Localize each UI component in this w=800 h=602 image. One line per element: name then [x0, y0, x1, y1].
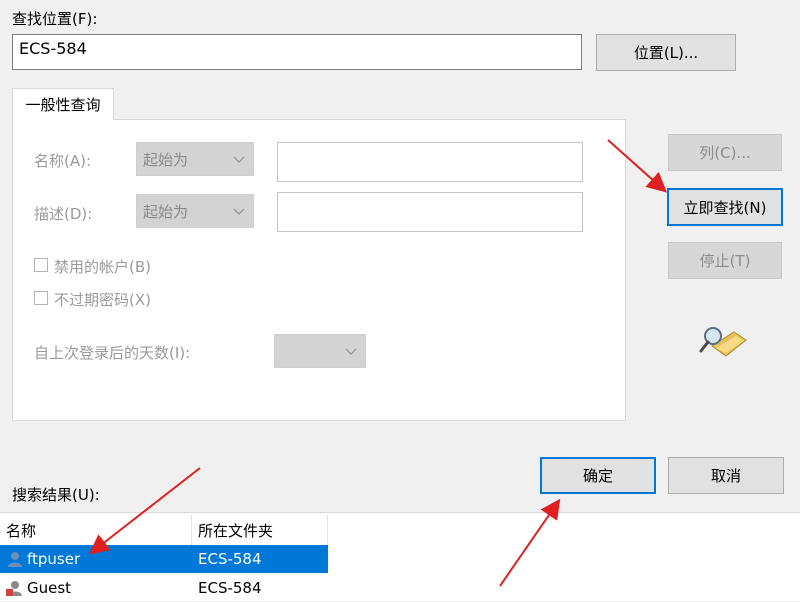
non-expiring-password-label: 不过期密码(X) [54, 291, 151, 309]
column-header-name[interactable]: 名称 [0, 515, 192, 545]
result-name: Guest [27, 579, 72, 597]
location-button[interactable]: 位置(L)... [596, 34, 736, 71]
result-name: ftpuser [27, 550, 81, 568]
table-row[interactable]: Guest ECS-584 [0, 574, 328, 602]
name-condition-combo[interactable]: 起始为 [136, 142, 254, 176]
description-condition-value: 起始为 [143, 202, 189, 221]
description-condition-combo[interactable]: 起始为 [136, 194, 254, 228]
user-icon [6, 550, 24, 568]
description-label: 描述(D): [34, 205, 93, 223]
ok-button[interactable]: 确定 [540, 457, 656, 494]
result-folder: ECS-584 [198, 550, 262, 568]
column-header-folder[interactable]: 所在文件夹 [192, 515, 328, 545]
result-folder: ECS-584 [198, 579, 262, 597]
stop-button[interactable]: 停止(T) [668, 242, 782, 279]
disabled-accounts-checkbox[interactable] [34, 258, 48, 272]
find-now-button[interactable]: 立即查找(N) [667, 188, 783, 226]
chevron-down-icon [345, 342, 357, 360]
name-label: 名称(A): [34, 152, 92, 170]
columns-button[interactable]: 列(C)... [668, 134, 782, 171]
disabled-accounts-label: 禁用的帐户(B) [54, 258, 151, 276]
table-row[interactable]: ftpuser ECS-584 [0, 545, 328, 573]
location-field[interactable]: ECS-584 [12, 34, 582, 70]
cancel-button[interactable]: 取消 [668, 457, 784, 494]
chevron-down-icon [233, 202, 245, 220]
chevron-down-icon [233, 150, 245, 168]
non-expiring-password-checkbox[interactable] [34, 291, 48, 305]
location-label: 查找位置(F): [12, 10, 98, 28]
user-icon [6, 579, 24, 597]
name-condition-value: 起始为 [143, 150, 189, 169]
days-since-login-label: 自上次登录后的天数(I): [34, 344, 191, 362]
search-folder-icon [698, 322, 748, 362]
description-input[interactable] [277, 192, 583, 232]
days-since-login-combo[interactable] [274, 334, 366, 368]
tab-general-query[interactable]: 一般性查询 [12, 88, 114, 120]
name-input[interactable] [277, 142, 583, 182]
search-results-label: 搜索结果(U): [12, 486, 100, 504]
